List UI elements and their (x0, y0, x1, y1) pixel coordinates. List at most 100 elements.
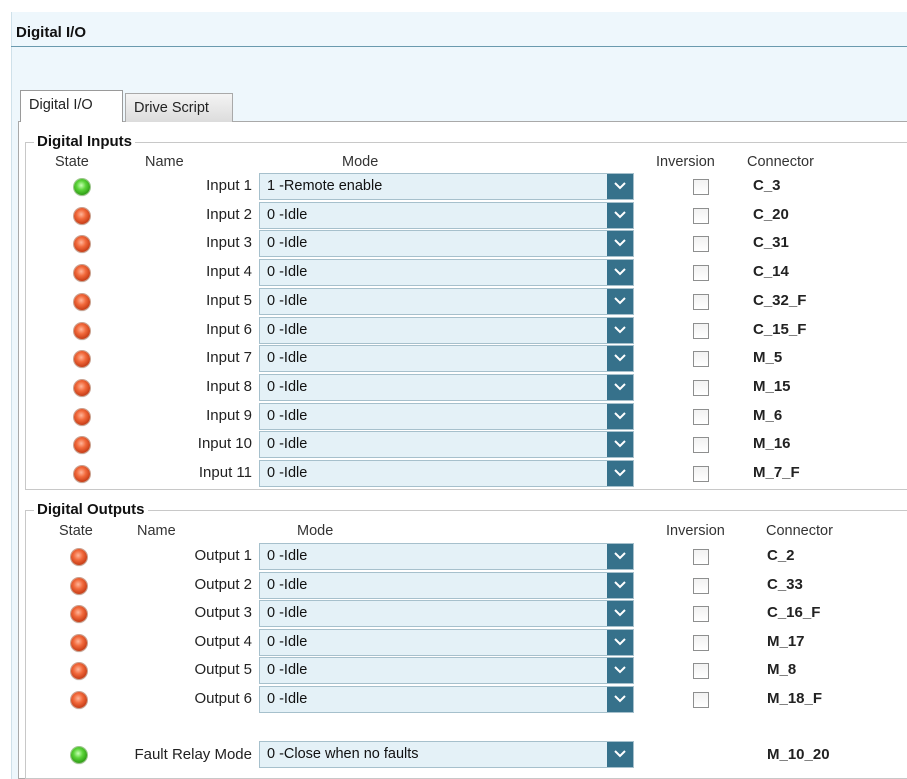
mode-select[interactable]: 0 -Idle (259, 259, 634, 287)
connector-label: C_32_F (753, 291, 807, 309)
chevron-down-icon[interactable] (607, 403, 633, 429)
mode-value: 0 -Idle (267, 407, 308, 424)
chevron-down-icon[interactable] (607, 174, 633, 199)
row-name: Output 3 (194, 604, 252, 622)
mode-select[interactable]: 0 -Idle (259, 345, 634, 373)
connector-label: C_33 (767, 575, 803, 593)
row-name: Input 4 (206, 263, 252, 281)
outputs-mode-header: Mode (297, 523, 334, 539)
mode-value: 0 -Idle (267, 321, 308, 338)
state-led-icon (74, 179, 90, 195)
mode-select[interactable]: 0 -Idle (259, 460, 634, 487)
mode-select[interactable]: 0 -Idle (259, 230, 634, 258)
state-led-icon (74, 265, 90, 282)
mode-value: 0 -Idle (267, 576, 308, 593)
chevron-down-icon[interactable] (607, 658, 633, 684)
mode-value: 1 -Remote enable (267, 178, 383, 194)
mode-value: 0 -Idle (267, 662, 308, 679)
inversion-checkbox[interactable] (693, 379, 709, 396)
page-title: Digital I/O (16, 24, 87, 41)
chevron-down-icon[interactable] (607, 629, 633, 655)
fault-relay-label: Fault Relay Mode (134, 746, 252, 763)
digital-inputs-title: Digital Inputs (34, 133, 135, 150)
inversion-checkbox[interactable] (693, 179, 709, 195)
state-led-icon (71, 692, 87, 708)
connector-label: M_18_F (767, 690, 823, 707)
row-name: Input 11 (198, 464, 252, 481)
mode-value: 0 -Idle (267, 436, 308, 453)
mode-value: 0 -Idle (267, 264, 308, 281)
mode-select[interactable]: 0 -Idle (259, 373, 634, 401)
mode-select[interactable]: 0 -Idle (259, 657, 634, 685)
inversion-checkbox[interactable] (693, 634, 709, 651)
inversion-checkbox[interactable] (693, 265, 709, 282)
inputs-name-header: Name (145, 154, 184, 170)
mode-value: 0 -Idle (267, 350, 308, 367)
state-led-icon (74, 207, 90, 224)
fault-relay-mode-select[interactable]: 0 -Close when no faults (259, 741, 634, 768)
chevron-down-icon[interactable] (607, 432, 633, 458)
inputs-mode-header: Mode (342, 154, 379, 170)
tab-drive-script[interactable]: Drive Script (125, 93, 233, 122)
fault-relay-state-led-icon (71, 747, 87, 763)
outputs-name-header: Name (137, 523, 176, 539)
state-led-icon (74, 466, 90, 482)
chevron-down-icon[interactable] (607, 544, 633, 569)
inversion-checkbox[interactable] (693, 577, 709, 594)
inversion-checkbox[interactable] (693, 322, 709, 339)
inversion-checkbox[interactable] (693, 692, 709, 708)
inversion-checkbox[interactable] (693, 351, 709, 368)
outputs-inversion-header: Inversion (666, 523, 725, 539)
mode-select[interactable]: 0 -Idle (259, 628, 634, 656)
inversion-checkbox[interactable] (693, 549, 709, 565)
row-name: Output 2 (194, 575, 252, 593)
mode-select[interactable]: 1 -Remote enable (259, 173, 634, 200)
mode-select[interactable]: 0 -Idle (259, 287, 634, 315)
row-name: Input 10 (197, 435, 252, 453)
inversion-checkbox[interactable] (693, 236, 709, 253)
chevron-down-icon[interactable] (607, 231, 633, 257)
chevron-down-icon[interactable] (607, 288, 633, 314)
inversion-checkbox[interactable] (693, 408, 709, 425)
mode-value: 0 -Idle (267, 292, 308, 309)
inversion-checkbox[interactable] (693, 293, 709, 310)
chevron-down-icon[interactable] (607, 260, 633, 286)
tab-digital-io[interactable]: Digital I/O (20, 90, 123, 122)
mode-select[interactable]: 0 -Idle (259, 316, 634, 344)
inversion-checkbox[interactable] (693, 207, 709, 224)
row-name: Output 4 (194, 632, 252, 650)
row-name: Output 6 (194, 690, 252, 707)
mode-select[interactable]: 0 -Idle (259, 543, 634, 570)
mode-select[interactable]: 0 -Idle (259, 201, 634, 229)
connector-label: C_14 (753, 263, 789, 281)
mode-select[interactable]: 0 -Idle (259, 571, 634, 599)
chevron-down-icon[interactable] (607, 202, 633, 228)
digital-outputs-title: Digital Outputs (34, 501, 148, 518)
inversion-checkbox[interactable] (693, 466, 709, 482)
mode-value: 0 -Idle (267, 206, 308, 223)
chevron-down-icon[interactable] (607, 572, 633, 598)
chevron-down-icon[interactable] (607, 687, 633, 712)
row-name: Output 1 (194, 547, 252, 564)
row-name: Input 9 (206, 406, 252, 424)
mode-value: 0 -Idle (267, 605, 308, 622)
chevron-down-icon[interactable] (607, 317, 633, 343)
inversion-checkbox[interactable] (693, 437, 709, 454)
chevron-down-icon[interactable] (607, 346, 633, 372)
inversion-checkbox[interactable] (693, 663, 709, 680)
state-led-icon (71, 634, 87, 651)
outputs-connector-header: Connector (766, 523, 833, 539)
chevron-down-icon[interactable] (607, 742, 633, 767)
chevron-down-icon[interactable] (607, 374, 633, 400)
inversion-checkbox[interactable] (693, 606, 709, 623)
chevron-down-icon[interactable] (607, 601, 633, 627)
mode-select[interactable]: 0 -Idle (259, 600, 634, 628)
header-divider (11, 46, 907, 47)
mode-select[interactable]: 0 -Idle (259, 686, 634, 713)
connector-label: C_16_F (767, 604, 821, 622)
row-name: Input 2 (206, 205, 252, 223)
row-name: Input 3 (206, 234, 252, 252)
mode-select[interactable]: 0 -Idle (259, 431, 634, 459)
chevron-down-icon[interactable] (607, 461, 633, 486)
mode-select[interactable]: 0 -Idle (259, 402, 634, 430)
